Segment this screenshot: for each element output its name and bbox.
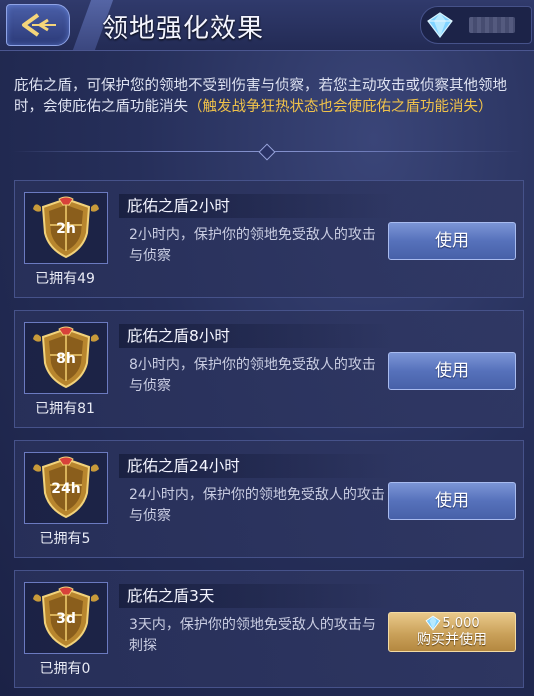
shield-duration-label: 24h	[51, 481, 80, 497]
diamond-gem-icon	[427, 12, 453, 38]
buy-button-label: 购买并使用	[417, 632, 487, 648]
item-name: 庇佑之盾8小时	[119, 324, 395, 348]
page-title: 领地强化效果	[102, 14, 265, 44]
item-name: 庇佑之盾3天	[119, 584, 395, 608]
description-warning: （触发战争狂热状态也会使庇佑之盾功能消失）	[188, 99, 493, 115]
use-button[interactable]: 使用	[388, 222, 516, 260]
price-value: 5,000	[442, 615, 480, 631]
divider-ornament	[258, 143, 276, 161]
item-icon-frame: 2h	[24, 192, 108, 264]
item-description: 24小时内，保护你的领地免受敌人的攻击与侦察	[129, 487, 385, 524]
use-button[interactable]: 使用	[388, 352, 516, 390]
diamond-amount-hidden	[469, 17, 515, 33]
shield-duration-label: 2h	[56, 221, 76, 237]
top-bar: 领地强化效果	[0, 0, 534, 51]
back-button[interactable]	[6, 4, 70, 46]
item-card: 2h 已拥有49 庇佑之盾2小时 2小时内，保护你的领地免受敌人的攻击与侦察 使…	[14, 180, 524, 298]
shield-icon: 2h	[33, 196, 99, 259]
owned-count: 已拥有81	[35, 401, 95, 417]
diamond-currency[interactable]	[420, 6, 532, 44]
item-description: 2小时内，保护你的领地免受敌人的攻击与侦察	[129, 227, 376, 264]
owned-count: 已拥有49	[35, 271, 95, 287]
item-name: 庇佑之盾2小时	[119, 194, 395, 218]
item-name: 庇佑之盾24小时	[119, 454, 395, 478]
item-card: 24h 已拥有5 庇佑之盾24小时 24小时内，保护你的领地免受敌人的攻击与侦察…	[14, 440, 524, 558]
diamond-gem-icon	[425, 615, 441, 631]
shield-duration-label: 3d	[56, 611, 76, 627]
owned-count: 已拥有5	[39, 531, 91, 547]
shield-duration-label: 8h	[56, 351, 76, 367]
shield-icon: 8h	[33, 326, 99, 389]
back-arrow-icon	[22, 13, 56, 37]
item-description: 8小时内，保护你的领地免受敌人的攻击与侦察	[129, 357, 376, 394]
buy-and-use-button[interactable]: 5,000 购买并使用	[388, 612, 516, 652]
item-icon-frame: 8h	[24, 322, 108, 394]
owned-count: 已拥有0	[39, 661, 91, 677]
shield-description: 庇佑之盾，可保护您的领地不受到伤害与侦察，若您主动攻击或侦察其他领地时，会使庇佑…	[14, 76, 522, 118]
item-card: 3d 已拥有0 庇佑之盾3天 3天内，保护你的领地免受敌人的攻击与刺探 5,00…	[14, 570, 524, 688]
item-description: 3天内，保护你的领地免受敌人的攻击与刺探	[129, 617, 376, 654]
shield-icon: 24h	[33, 456, 99, 519]
item-icon-frame: 3d	[24, 582, 108, 654]
item-card: 8h 已拥有81 庇佑之盾8小时 8小时内，保护你的领地免受敌人的攻击与侦察 使…	[14, 310, 524, 428]
shield-icon: 3d	[33, 586, 99, 649]
use-button[interactable]: 使用	[388, 482, 516, 520]
item-icon-frame: 24h	[24, 452, 108, 524]
